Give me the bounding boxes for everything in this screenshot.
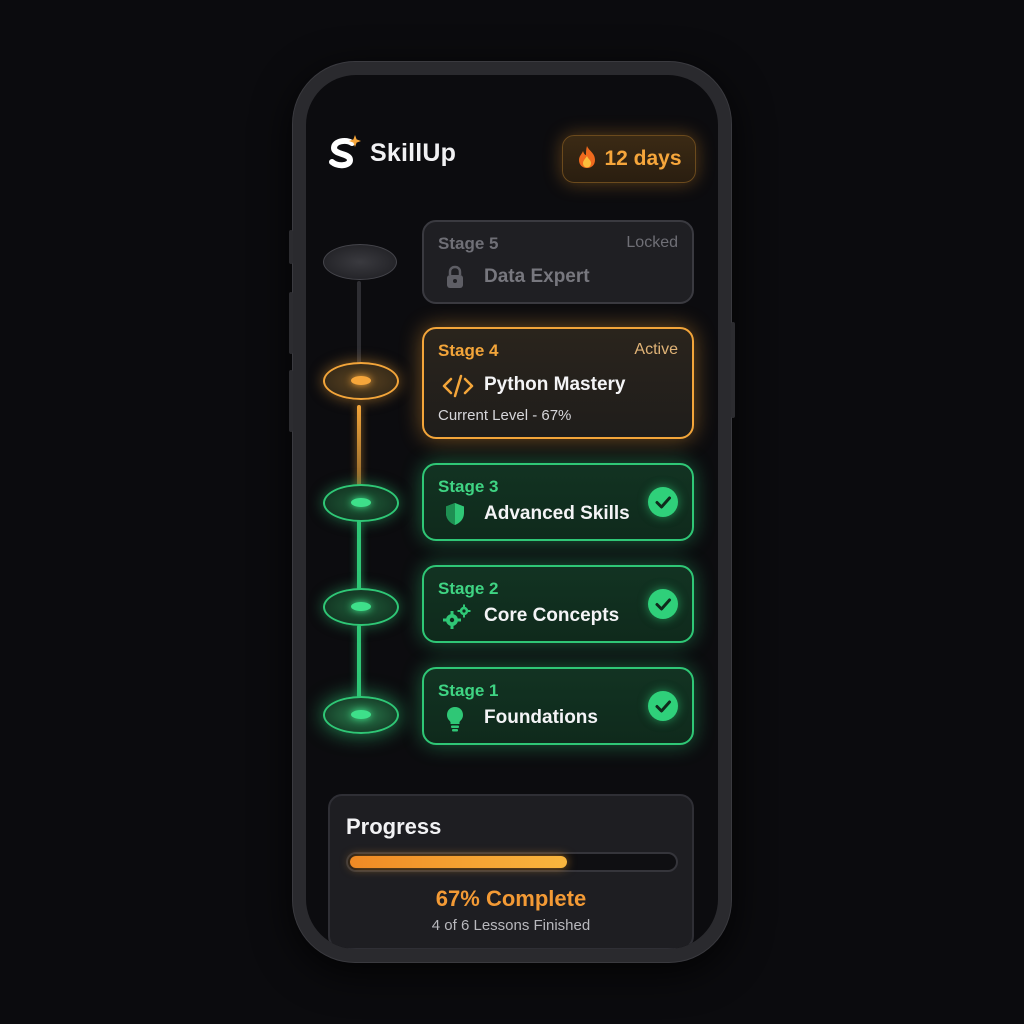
timeline-node-stage-5 — [323, 244, 397, 280]
stage-title: Foundations — [484, 707, 598, 728]
stage-status-locked: Locked — [626, 234, 678, 251]
progress-bar-fill — [350, 856, 567, 868]
stage-label: Stage 5 — [438, 234, 499, 253]
timeline-node-stage-4 — [323, 362, 399, 400]
stage-title: Core Concepts — [484, 605, 620, 626]
code-icon — [442, 373, 474, 399]
stage-title: Python Mastery — [484, 374, 626, 395]
lightbulb-icon — [442, 705, 468, 732]
stage-title: Advanced Skills — [484, 503, 630, 524]
stage-label: Stage 2 — [438, 579, 499, 598]
app-name: SkillUp — [370, 138, 457, 167]
stage-card-2[interactable]: Stage 2 Core Concepts — [422, 565, 694, 643]
check-icon — [648, 487, 678, 517]
fire-icon — [576, 145, 598, 174]
stage-label: Stage 4 — [438, 341, 499, 360]
streak-label: 12 days — [604, 147, 682, 170]
phone-frame: SkillUp 12 days Stage 5 Locked Data Expe… — [289, 62, 735, 962]
shield-icon — [442, 501, 468, 527]
stage-label: Stage 1 — [438, 681, 499, 700]
stage-label: Stage 3 — [438, 477, 499, 496]
progress-percent: 67% Complete — [435, 886, 587, 911]
stage-card-5[interactable]: Stage 5 Locked Data Expert — [422, 220, 694, 304]
progress-detail: 4 of 6 Lessons Finished — [431, 917, 591, 934]
power-button — [731, 322, 735, 418]
streak-badge[interactable]: 12 days — [562, 135, 696, 183]
phone-side-button — [289, 230, 293, 264]
app-logo[interactable]: SkillUp — [328, 133, 456, 173]
stage-card-4[interactable]: Stage 4 Active Python Mastery Current Le… — [422, 327, 694, 439]
volume-down-button — [289, 370, 293, 432]
stage-current-level: Current Level - 67% — [438, 407, 572, 424]
progress-bar — [346, 852, 678, 872]
stage-card-3[interactable]: Stage 3 Advanced Skills — [422, 463, 694, 541]
check-icon — [648, 589, 678, 619]
timeline-node-stage-1 — [323, 696, 399, 734]
stage-status-active: Active — [634, 341, 678, 358]
check-icon — [648, 691, 678, 721]
lock-icon — [442, 264, 468, 290]
gears-icon — [442, 603, 472, 629]
stage-card-1[interactable]: Stage 1 Foundations — [422, 667, 694, 745]
stage-title: Data Expert — [484, 266, 590, 287]
progress-card: Progress 67% Complete 4 of 6 Lessons Fin… — [328, 794, 694, 949]
progress-title: Progress — [346, 814, 442, 839]
skillup-logo-icon — [328, 133, 362, 173]
timeline-node-stage-2 — [323, 588, 399, 626]
volume-up-button — [289, 292, 293, 354]
app-screen: SkillUp 12 days Stage 5 Locked Data Expe… — [306, 75, 718, 949]
timeline-node-stage-3 — [323, 484, 399, 522]
